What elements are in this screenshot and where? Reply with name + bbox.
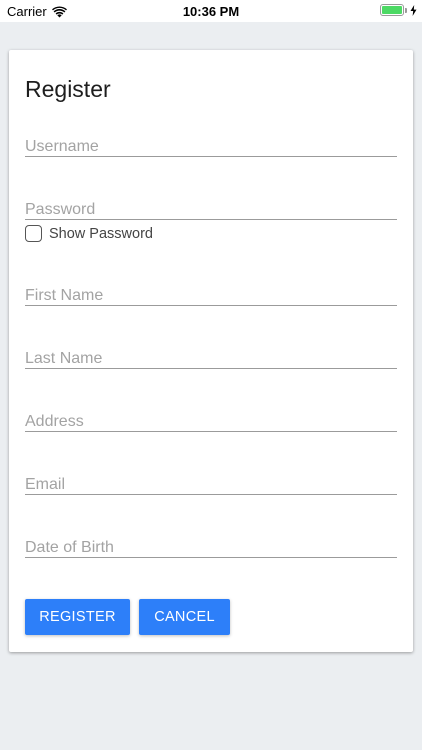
address-field-wrapper [25,406,397,432]
show-password-label: Show Password [49,225,153,242]
battery-cap [405,8,407,13]
cancel-button[interactable]: CANCEL [139,599,230,635]
battery-fill [382,6,402,14]
password-field-wrapper [25,194,397,220]
first-name-input[interactable] [25,280,397,305]
register-card: Register Show Password REGISTER CANCEL [9,50,413,652]
register-button[interactable]: REGISTER [25,599,130,635]
email-field-wrapper [25,469,397,495]
address-input[interactable] [25,406,397,431]
last-name-input[interactable] [25,343,397,368]
show-password-toggle[interactable]: Show Password [25,225,153,242]
status-bar: Carrier 10:36 PM [0,0,422,22]
status-time: 10:36 PM [182,4,240,19]
charging-icon [410,4,417,16]
battery-icon [380,4,407,16]
dob-input[interactable] [25,532,397,557]
first-name-field-wrapper [25,280,397,306]
username-input[interactable] [25,131,397,156]
page-title: Register [25,76,111,102]
password-input[interactable] [25,194,397,219]
show-password-checkbox[interactable] [25,225,42,242]
email-input[interactable] [25,469,397,494]
username-field-wrapper [25,131,397,157]
dob-field-wrapper [25,532,397,558]
status-right [380,4,417,16]
last-name-field-wrapper [25,343,397,369]
